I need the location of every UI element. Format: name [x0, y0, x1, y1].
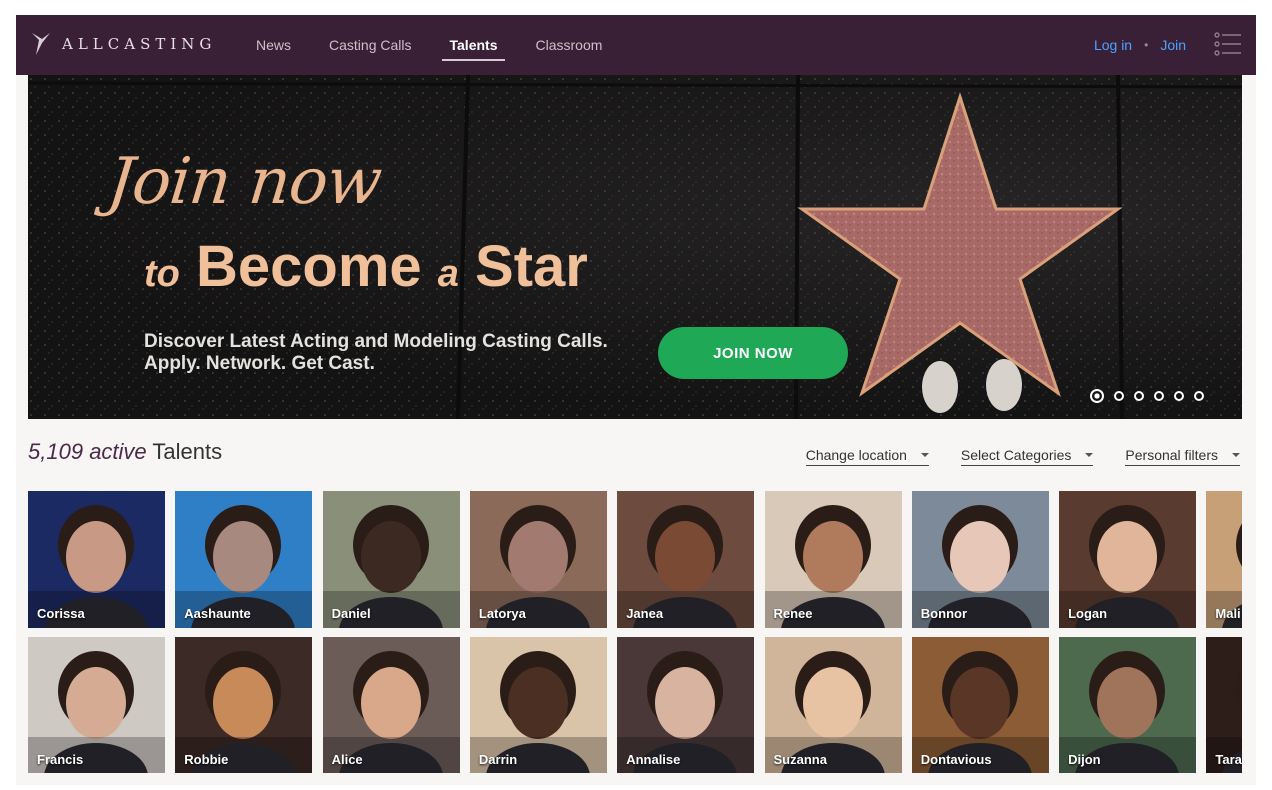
hero-headline-star: Star: [475, 234, 588, 299]
talent-name: Dontavious: [920, 752, 992, 767]
select-categories-dropdown[interactable]: Select Categories: [960, 447, 1094, 466]
hero-headline-main: to Become a Star: [144, 237, 588, 304]
nav-item-casting-calls[interactable]: Casting Calls: [321, 15, 419, 75]
nav-item-news[interactable]: News: [248, 15, 299, 75]
auth-separator: •: [1144, 38, 1149, 52]
talent-filters: Change location Select Categories Person…: [805, 447, 1240, 466]
hero-banner: Join now to Become a Star Discover Lates…: [28, 75, 1242, 419]
join-now-button[interactable]: JOIN NOW: [658, 327, 848, 379]
select-categories-label: Select Categories: [960, 447, 1072, 463]
talent-card[interactable]: Suzanna: [764, 637, 902, 773]
browser-frame: ALLCASTING News Casting Calls Talents Cl…: [16, 15, 1256, 785]
brand-name: ALLCASTING: [62, 35, 217, 53]
talents-count-suffix: active: [89, 439, 147, 464]
carousel-dot-1[interactable]: [1090, 389, 1104, 403]
personal-filters-label: Personal filters: [1125, 447, 1218, 463]
talent-card[interactable]: Darrin: [469, 637, 607, 773]
nav-item-talents-label: Talents: [449, 37, 498, 53]
talents-heading: 5,109 active Talents: [28, 439, 222, 465]
list-menu-icon: [1214, 32, 1241, 56]
hero-headline-become: Become: [196, 234, 422, 299]
talent-card[interactable]: Corissa: [28, 491, 165, 628]
talent-card[interactable]: Aashaunte: [175, 491, 313, 628]
nav-item-talents[interactable]: Talents: [441, 15, 506, 75]
top-navbar: ALLCASTING News Casting Calls Talents Cl…: [16, 15, 1256, 75]
hero-subtitle: Discover Latest Acting and Modeling Cast…: [144, 331, 608, 375]
talent-card[interactable]: Robbie: [175, 637, 313, 773]
hero-subtitle-line1: Discover Latest Acting and Modeling Cast…: [144, 331, 608, 352]
brand-logo[interactable]: ALLCASTING: [30, 29, 216, 59]
nav-item-casting-calls-label: Casting Calls: [329, 37, 412, 53]
talent-name: Daniel: [331, 606, 371, 621]
carousel-dot-4[interactable]: [1154, 391, 1164, 401]
talent-card[interactable]: Daniel: [322, 491, 460, 628]
change-location-dropdown[interactable]: Change location: [805, 447, 929, 466]
talent-name: Aashaunte: [184, 606, 251, 621]
caret-down-icon: [1085, 453, 1094, 457]
talent-name: Latorya: [478, 606, 526, 621]
carousel-dot-5[interactable]: [1174, 391, 1184, 401]
change-location-label: Change location: [805, 447, 907, 463]
talent-name: Corissa: [37, 606, 85, 621]
hero-subtitle-line2: Apply. Network. Get Cast.: [144, 353, 375, 374]
talent-name: Robbie: [184, 752, 229, 767]
main-menu: News Casting Calls Talents Classroom: [248, 15, 632, 75]
nav-item-classroom[interactable]: Classroom: [527, 15, 610, 75]
caret-down-icon: [920, 453, 929, 457]
talent-name: Logan: [1068, 606, 1108, 621]
talent-card[interactable]: Dontavious: [911, 637, 1049, 773]
talent-card[interactable]: Francis: [28, 637, 165, 773]
talent-card[interactable]: Dijon: [1059, 637, 1197, 773]
carousel-dot-3[interactable]: [1134, 391, 1144, 401]
carousel-dot-2[interactable]: [1114, 391, 1124, 401]
talent-card[interactable]: Logan: [1059, 491, 1197, 628]
menu-toggle-button[interactable]: [1214, 31, 1242, 57]
talent-card[interactable]: Alice: [322, 637, 460, 773]
talent-card[interactable]: Annalise: [617, 637, 755, 773]
talent-card[interactable]: Mali: [1206, 491, 1242, 628]
talent-name: Dijon: [1068, 752, 1101, 767]
hero-headline-a: a: [437, 253, 459, 295]
nav-item-classroom-label: Classroom: [535, 37, 603, 53]
talent-card[interactable]: Renee: [764, 491, 902, 628]
talents-label: Talents: [152, 439, 223, 464]
talent-name: Alice: [331, 752, 363, 767]
nav-item-news-label: News: [256, 37, 292, 53]
talent-name: Janea: [626, 606, 664, 621]
talent-name: Bonnor: [920, 606, 968, 621]
talent-name: Renee: [773, 606, 813, 621]
talent-card[interactable]: Tara: [1206, 637, 1242, 773]
talent-card[interactable]: Bonnor: [911, 491, 1049, 628]
talent-card[interactable]: Janea: [617, 491, 755, 628]
talents-count: 5,109: [28, 439, 84, 464]
star-hand-icon: [32, 33, 50, 55]
talent-grid: Corissa Aashaunte Daniel Latorya Janea Renee B…: [28, 491, 1242, 773]
login-link[interactable]: Log in: [1094, 37, 1132, 53]
hero-headline-script: Join now: [104, 145, 385, 219]
carousel-dot-6[interactable]: [1194, 391, 1204, 401]
talent-name: Annalise: [626, 752, 681, 767]
talent-name: Darrin: [478, 752, 518, 767]
carousel-dots: [1090, 389, 1204, 403]
join-link[interactable]: Join: [1160, 37, 1186, 53]
talent-name: Mali: [1215, 606, 1241, 621]
caret-down-icon: [1232, 453, 1240, 457]
auth-links: Log in • Join: [1094, 15, 1186, 75]
personal-filters-dropdown[interactable]: Personal filters: [1125, 447, 1240, 466]
talent-card[interactable]: Latorya: [469, 491, 607, 628]
talent-name: Tara: [1215, 752, 1242, 767]
talent-name: Francis: [37, 752, 84, 767]
talent-name: Suzanna: [773, 752, 827, 767]
hero-headline-to: to: [144, 253, 180, 295]
